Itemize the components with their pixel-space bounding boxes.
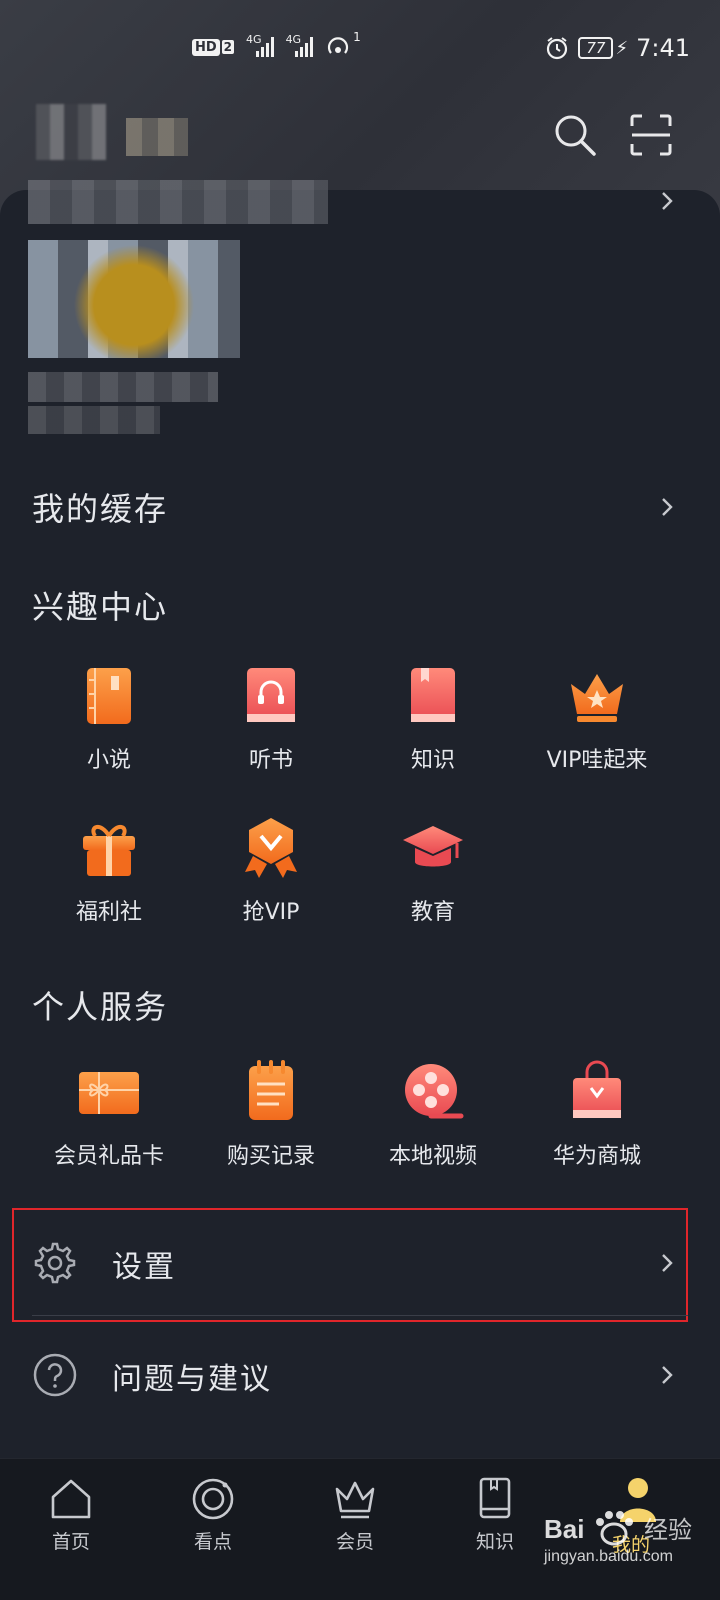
search-icon[interactable] (552, 112, 598, 158)
grid-label: 本地视频 (388, 1144, 477, 1169)
my-cache-label: 我的缓存 (32, 490, 169, 528)
blurred-text (28, 406, 160, 434)
grid-label: 抢VIP (242, 900, 300, 925)
alarm-icon (547, 37, 568, 60)
grid-item-gift-card[interactable]: 会员礼品卡 (24, 1060, 194, 1170)
grid-label: 知识 (410, 748, 455, 773)
network-type-2: 4G (285, 32, 302, 46)
chevron-right-icon[interactable] (656, 190, 678, 212)
blurred-text (28, 180, 328, 224)
gift-icon (83, 825, 135, 876)
highlight-box (12, 1208, 688, 1322)
graduation-cap-icon (403, 826, 463, 867)
watermark-brand: Bai (544, 1514, 585, 1544)
personal-services-title: 个人服务 (32, 988, 169, 1026)
grid-item-education[interactable]: 教育 (348, 816, 518, 926)
audiobook-icon (247, 668, 295, 722)
divider (32, 1315, 688, 1316)
grid-label: 小说 (86, 748, 131, 773)
home-icon (51, 1479, 91, 1519)
grid-label: 购买记录 (226, 1144, 315, 1169)
watermark-brand-cn: 经验 (644, 1517, 692, 1544)
chevron-right-icon (662, 1366, 673, 1384)
discover-icon (192, 1478, 234, 1520)
grid-item-purchase-record[interactable]: 购买记录 (186, 1060, 356, 1170)
clock: 7:41 (636, 34, 690, 62)
grid-item-knowledge[interactable]: 知识 (348, 664, 518, 774)
local-video-icon (405, 1064, 464, 1119)
crown-icon (571, 674, 623, 722)
grid-item-audiobook[interactable]: 听书 (186, 664, 356, 774)
vip-badge-icon (245, 818, 297, 878)
watermark-url: jingyan.baidu.com (544, 1548, 673, 1565)
grid-label: 华为商城 (552, 1144, 641, 1169)
feedback-label: 问题与建议 (112, 1362, 272, 1397)
chevron-right-icon (662, 498, 673, 516)
username-blurred[interactable] (126, 118, 188, 156)
huawei-mall-icon (573, 1060, 621, 1118)
grid-label: 听书 (248, 748, 293, 773)
charging-icon: ⚡ (615, 37, 629, 59)
crown-icon (335, 1481, 375, 1519)
grid-label: 会员礼品卡 (53, 1144, 164, 1169)
scan-icon[interactable] (628, 112, 674, 158)
grid-item-vip-wow[interactable]: VIP哇起来 (512, 664, 682, 774)
help-icon (33, 1353, 77, 1397)
hotspot-count: 1 (353, 30, 361, 44)
my-cache-row[interactable]: 我的缓存 (0, 470, 720, 550)
baidu-watermark: Bai 经验 jingyan.baidu.com (540, 1488, 720, 1568)
feedback-row[interactable]: 问题与建议 (0, 1324, 720, 1424)
avatar[interactable] (36, 104, 106, 160)
blurred-text (28, 372, 218, 402)
grid-item-welfare[interactable]: 福利社 (24, 816, 194, 926)
hd-badge: HD (192, 38, 220, 56)
status-bar: HD 2 4G 4G 1 77 ⚡ 7:41 (0, 30, 720, 74)
purchase-record-icon (249, 1060, 293, 1120)
knowledge-icon (411, 668, 455, 722)
grid-item-novel[interactable]: 小说 (24, 664, 194, 774)
nav-knowledge[interactable]: 知识 (440, 1475, 550, 1554)
grid-label: 教育 (410, 900, 455, 925)
nav-label: 知识 (475, 1531, 514, 1553)
grid-item-huawei-mall[interactable]: 华为商城 (512, 1060, 682, 1170)
interest-center-title: 兴趣中心 (32, 588, 169, 626)
grid-label: 福利社 (75, 900, 142, 925)
grid-label: VIP哇起来 (546, 748, 648, 773)
book-icon (479, 1477, 511, 1519)
grid-item-grab-vip[interactable]: 抢VIP (186, 816, 356, 926)
hotspot-icon (328, 37, 349, 54)
nav-member[interactable]: 会员 (300, 1475, 410, 1554)
nav-label: 会员 (335, 1531, 374, 1553)
nav-home[interactable]: 首页 (16, 1475, 126, 1554)
nav-label: 首页 (51, 1531, 90, 1553)
blurred-thumbnail[interactable] (28, 240, 240, 358)
network-type-1: 4G (246, 32, 262, 46)
sim-badge: 2 (221, 40, 235, 54)
baidu-paw-icon (596, 1511, 633, 1546)
gift-card-icon (79, 1072, 139, 1114)
battery-level: 77 (578, 37, 614, 59)
nav-discover[interactable]: 看点 (158, 1475, 268, 1554)
grid-item-local-video[interactable]: 本地视频 (348, 1060, 518, 1170)
novel-icon (87, 668, 131, 724)
nav-label: 看点 (193, 1531, 232, 1553)
